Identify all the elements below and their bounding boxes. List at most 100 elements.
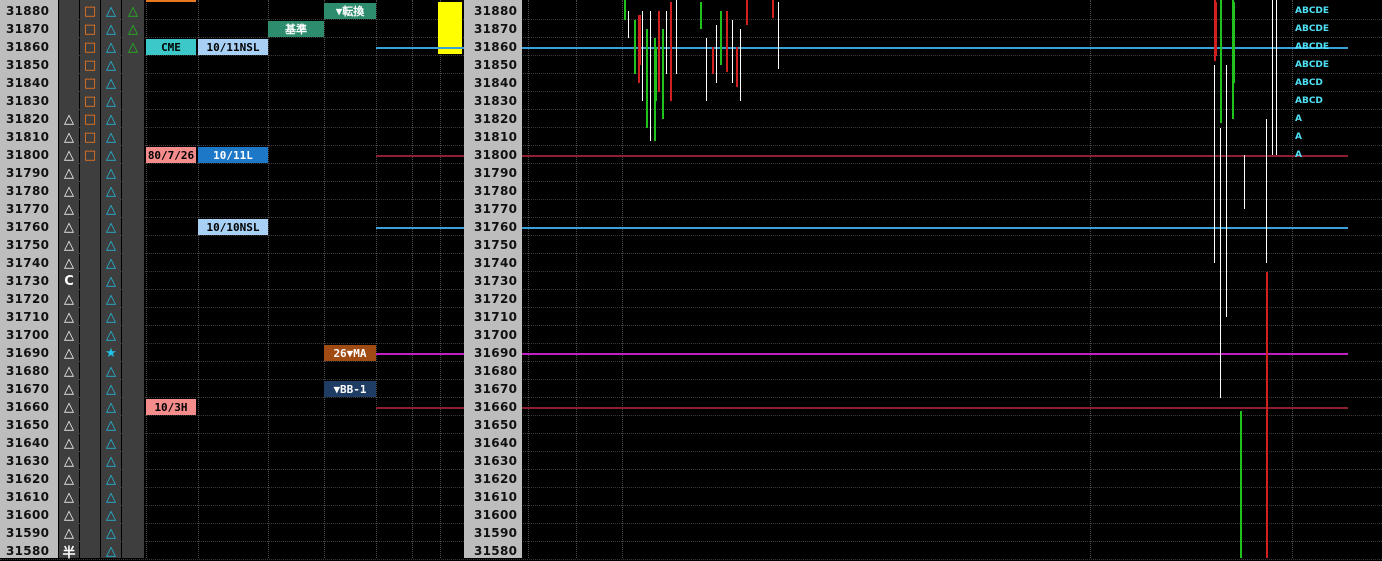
triangle-icon[interactable]: △: [59, 290, 79, 308]
triangle-icon[interactable]: △: [59, 200, 79, 218]
price-cell: 31770: [6, 202, 50, 216]
square-icon[interactable]: □: [80, 38, 100, 56]
triangle-icon[interactable]: △: [101, 110, 121, 128]
grid-row-line: [0, 487, 1382, 488]
candle-wick: [662, 29, 664, 119]
triangle-icon[interactable]: △: [59, 398, 79, 416]
level-label[interactable]: ▼転換: [324, 3, 376, 19]
mark-label[interactable]: C: [59, 272, 79, 290]
triangle-icon[interactable]: △: [59, 524, 79, 542]
square-icon[interactable]: □: [80, 2, 100, 20]
triangle-icon[interactable]: △: [101, 20, 121, 38]
triangle-icon[interactable]: △: [101, 524, 121, 542]
triangle-icon[interactable]: △: [101, 38, 121, 56]
triangle-icon[interactable]: △: [59, 164, 79, 182]
level-label[interactable]: 10/11L: [198, 147, 268, 163]
level-label[interactable]: 10/3H: [146, 399, 196, 415]
grid-col-line: [268, 0, 270, 558]
triangle-icon[interactable]: △: [101, 56, 121, 74]
tpo-letters: ABCDE: [1295, 24, 1330, 34]
candle-wick: [634, 20, 636, 74]
level-label[interactable]: 10/11NSL: [198, 39, 268, 55]
triangle-icon[interactable]: △: [101, 74, 121, 92]
grid-row-line: [0, 505, 1382, 506]
square-icon[interactable]: □: [80, 110, 100, 128]
triangle-icon[interactable]: △: [101, 542, 121, 560]
triangle-icon[interactable]: △: [101, 92, 121, 110]
square-icon[interactable]: □: [80, 128, 100, 146]
triangle-icon[interactable]: △: [101, 164, 121, 182]
triangle-icon[interactable]: △: [101, 506, 121, 524]
triangle-icon[interactable]: ★: [101, 344, 121, 362]
candle-wick: [716, 25, 717, 83]
grid-col-line: [528, 0, 530, 558]
triangle-icon[interactable]: △: [101, 272, 121, 290]
grid-row-line: [0, 19, 1382, 20]
triangle-icon[interactable]: △: [101, 308, 121, 326]
triangle-icon[interactable]: △: [101, 254, 121, 272]
triangle-icon[interactable]: △: [101, 362, 121, 380]
triangle-icon[interactable]: △: [101, 128, 121, 146]
square-icon[interactable]: □: [80, 92, 100, 110]
triangle-icon[interactable]: △: [59, 182, 79, 200]
triangle-icon[interactable]: △: [59, 362, 79, 380]
triangle-icon[interactable]: △: [59, 416, 79, 434]
axis-price-cell: 31630: [474, 454, 518, 468]
triangle-icon[interactable]: △: [101, 326, 121, 344]
square-icon[interactable]: □: [80, 74, 100, 92]
triangle-icon[interactable]: △: [59, 434, 79, 452]
triangle-icon[interactable]: △: [101, 488, 121, 506]
triangle-icon[interactable]: △: [101, 380, 121, 398]
square-icon[interactable]: □: [80, 20, 100, 38]
triangle-icon[interactable]: △: [101, 182, 121, 200]
level-label[interactable]: CME: [146, 39, 196, 55]
price-cell: 31690: [6, 346, 50, 360]
tpo-letters: ABCDE: [1295, 6, 1330, 16]
candle-wick: [1240, 410, 1242, 558]
triangle-icon[interactable]: △: [59, 326, 79, 344]
level-label[interactable]: 26▼MA: [324, 345, 376, 361]
level-label[interactable]: ▼BB-1: [324, 381, 376, 397]
triangle-icon[interactable]: △: [101, 416, 121, 434]
price-cell: 31600: [6, 508, 50, 522]
triangle-icon[interactable]: △: [59, 344, 79, 362]
triangle-icon[interactable]: △: [59, 452, 79, 470]
triangle-icon[interactable]: △: [122, 2, 144, 20]
level-label[interactable]: 80/7/26: [146, 147, 196, 163]
triangle-icon[interactable]: △: [101, 200, 121, 218]
triangle-icon[interactable]: △: [59, 470, 79, 488]
triangle-icon[interactable]: △: [59, 308, 79, 326]
triangle-icon[interactable]: △: [59, 218, 79, 236]
triangle-icon[interactable]: △: [59, 128, 79, 146]
triangle-icon[interactable]: △: [59, 380, 79, 398]
price-cell: 31850: [6, 58, 50, 72]
triangle-icon[interactable]: △: [101, 290, 121, 308]
grid-row-line: [0, 163, 1382, 164]
price-cell: 31620: [6, 472, 50, 486]
grid-row-line: [0, 73, 1382, 74]
candle-body: [1214, 2, 1217, 56]
triangle-icon[interactable]: △: [101, 398, 121, 416]
level-label[interactable]: 10/10NSL: [198, 219, 268, 235]
triangle-icon[interactable]: △: [122, 20, 144, 38]
triangle-icon[interactable]: △: [59, 506, 79, 524]
triangle-icon[interactable]: △: [101, 2, 121, 20]
triangle-icon[interactable]: △: [59, 254, 79, 272]
candle-wick: [658, 11, 660, 92]
square-icon[interactable]: □: [80, 146, 100, 164]
triangle-icon[interactable]: △: [101, 470, 121, 488]
triangle-icon[interactable]: △: [101, 218, 121, 236]
triangle-icon[interactable]: △: [59, 488, 79, 506]
triangle-icon[interactable]: △: [101, 236, 121, 254]
triangle-icon[interactable]: △: [122, 38, 144, 56]
square-icon[interactable]: □: [80, 56, 100, 74]
triangle-icon[interactable]: △: [59, 236, 79, 254]
triangle-icon[interactable]: △: [101, 434, 121, 452]
mark-label[interactable]: 半: [59, 542, 79, 561]
triangle-icon[interactable]: △: [101, 146, 121, 164]
triangle-icon[interactable]: △: [101, 452, 121, 470]
triangle-icon[interactable]: △: [59, 146, 79, 164]
level-label[interactable]: 基準: [268, 21, 324, 37]
triangle-icon[interactable]: △: [59, 110, 79, 128]
trading-ladder-window: 31880 31870 31860 31850 31840 31830 31820 31810…: [0, 0, 1382, 561]
